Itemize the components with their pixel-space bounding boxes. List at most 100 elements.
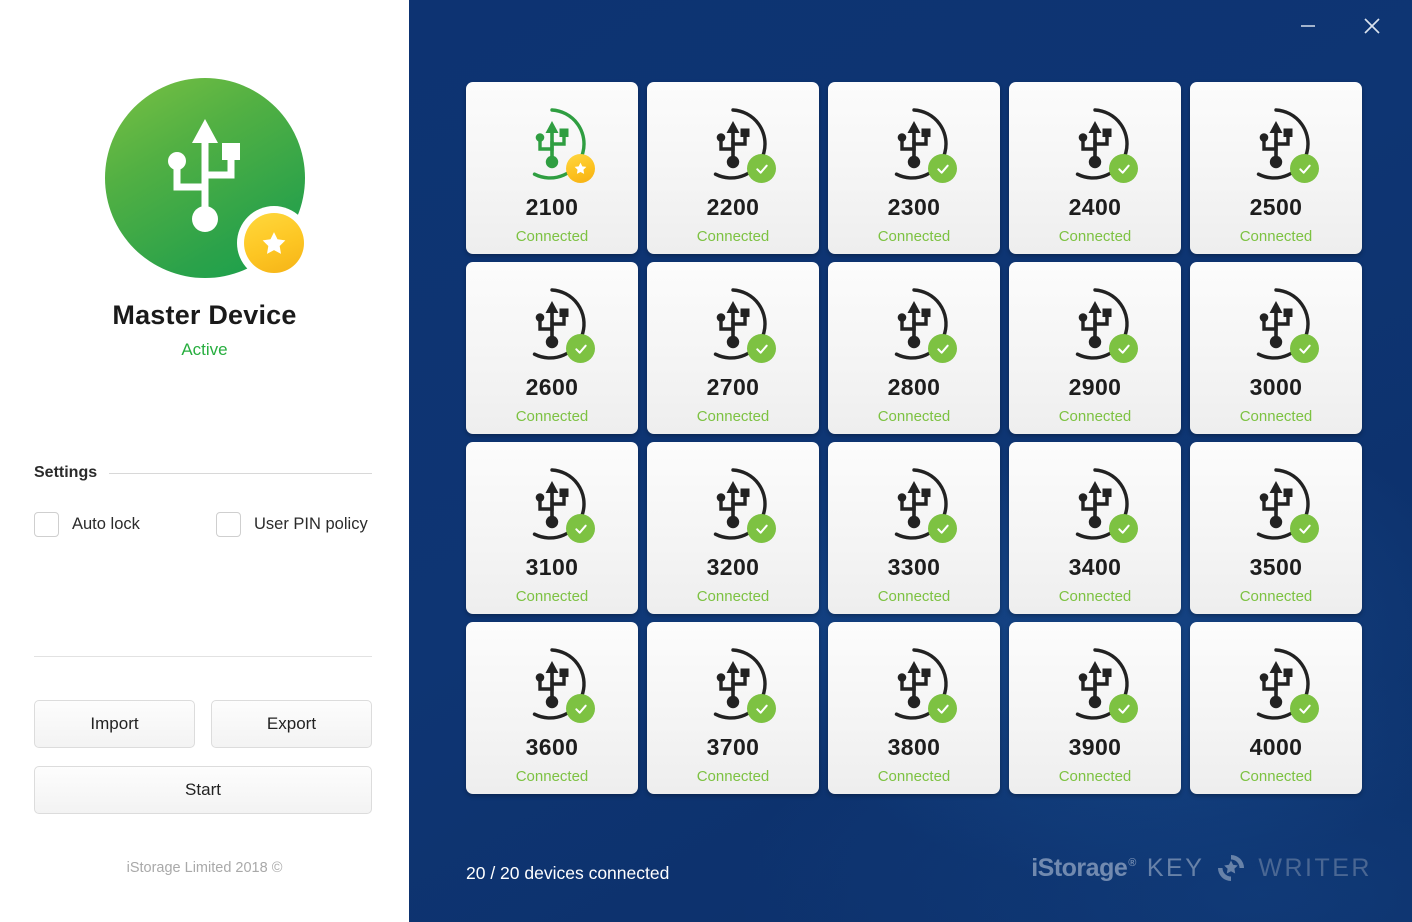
usb-device-icon — [694, 465, 772, 543]
usb-device-icon — [694, 645, 772, 723]
settings-header: Settings — [34, 464, 372, 482]
device-status: Connected — [878, 588, 951, 605]
device-card[interactable]: 2100Connected — [466, 82, 638, 254]
star-icon — [573, 161, 588, 176]
devices-connected-status: 20 / 20 devices connected — [466, 863, 669, 884]
device-card[interactable]: 2400 Connected — [1009, 82, 1181, 254]
usb-device-icon — [1237, 285, 1315, 363]
check-icon — [935, 701, 951, 717]
check-icon — [1116, 701, 1132, 717]
device-status: Connected — [1059, 228, 1132, 245]
minimize-button[interactable] — [1286, 6, 1330, 46]
settings-label: Settings — [34, 464, 97, 482]
check-icon — [754, 701, 770, 717]
brand-logo: iStorage® KEY WRITER — [1031, 852, 1372, 884]
export-button[interactable]: Export — [211, 700, 372, 748]
device-status: Connected — [1240, 228, 1313, 245]
copyright-text: iStorage Limited 2018 © — [0, 860, 409, 876]
connected-check-badge-icon — [566, 514, 595, 543]
device-card[interactable]: 3300 Connected — [828, 442, 1000, 614]
device-status: Connected — [516, 408, 589, 425]
device-id: 4000 — [1250, 734, 1303, 761]
device-status: Connected — [516, 588, 589, 605]
brand-registered: ® — [1128, 857, 1136, 869]
device-card[interactable]: 2800Connected — [828, 262, 1000, 434]
device-card[interactable]: 3900Connected — [1009, 622, 1181, 794]
usb-device-icon — [1237, 105, 1315, 183]
minimize-icon — [1298, 16, 1318, 36]
device-grid: 2100Connected2200Connected2300Connected2… — [466, 82, 1371, 794]
brand-company: iStorage® — [1031, 854, 1136, 883]
check-icon — [935, 341, 951, 357]
check-icon — [935, 521, 951, 537]
device-card[interactable]: 2500Connected — [1190, 82, 1362, 254]
checkbox-auto-lock[interactable]: Auto lock — [34, 512, 216, 537]
connected-check-badge-icon — [928, 694, 957, 723]
usb-device-icon — [875, 105, 953, 183]
check-icon — [1116, 161, 1132, 177]
devices-panel: 2100Connected2200Connected2300Connected2… — [409, 0, 1412, 922]
device-card[interactable]: 3100Connected — [466, 442, 638, 614]
master-star-badge — [237, 206, 311, 280]
device-status: Connected — [697, 768, 770, 785]
device-id: 3200 — [707, 554, 760, 581]
star-badge-icon — [244, 213, 304, 273]
device-id: 3900 — [1069, 734, 1122, 761]
device-card[interactable]: 3500Connected — [1190, 442, 1362, 614]
connected-check-badge-icon — [566, 694, 595, 723]
import-button[interactable]: Import — [34, 700, 195, 748]
check-icon — [1297, 341, 1313, 357]
usb-device-icon — [875, 465, 953, 543]
device-card[interactable]: 2200Connected — [647, 82, 819, 254]
master-device-avatar — [105, 78, 305, 278]
device-card[interactable]: 3600Connected — [466, 622, 638, 794]
checkbox-user-pin-policy[interactable]: User PIN policy — [216, 512, 368, 537]
device-id: 2900 — [1069, 374, 1122, 401]
close-button[interactable] — [1350, 6, 1394, 46]
device-card[interactable]: 2300Connected — [828, 82, 1000, 254]
check-icon — [573, 341, 589, 357]
device-status: Connected — [878, 228, 951, 245]
usb-device-icon — [1056, 105, 1134, 183]
device-card[interactable]: 2600Connected — [466, 262, 638, 434]
usb-device-icon — [513, 105, 591, 183]
master-device-title: Master Device — [0, 300, 409, 331]
device-id: 3300 — [888, 554, 941, 581]
import-export-row: Import Export — [34, 700, 372, 748]
device-card[interactable]: 2700Connected — [647, 262, 819, 434]
device-status: Connected — [1059, 588, 1132, 605]
usb-device-icon — [513, 645, 591, 723]
settings-section: Settings Auto lock User PIN policy — [34, 464, 372, 537]
usb-device-icon — [1237, 465, 1315, 543]
device-id: 2400 — [1069, 194, 1122, 221]
device-card[interactable]: 3400Connected — [1009, 442, 1181, 614]
connected-check-badge-icon — [1290, 154, 1319, 183]
device-card[interactable]: 3000Connected — [1190, 262, 1362, 434]
device-status: Connected — [1240, 408, 1313, 425]
start-button[interactable]: Start — [34, 766, 372, 814]
device-card[interactable]: 4000Connected — [1190, 622, 1362, 794]
device-id: 2700 — [707, 374, 760, 401]
device-card[interactable]: 3200Connected — [647, 442, 819, 614]
check-icon — [754, 161, 770, 177]
device-card[interactable]: 2900 Connected — [1009, 262, 1181, 434]
sidebar-panel: Master Device Active Settings Auto lock … — [0, 0, 409, 922]
usb-device-icon — [875, 285, 953, 363]
device-status: Connected — [878, 768, 951, 785]
connected-check-badge-icon — [1290, 514, 1319, 543]
settings-options: Auto lock User PIN policy — [34, 512, 372, 537]
device-card[interactable]: 3800Connected — [828, 622, 1000, 794]
user-pin-policy-checkbox[interactable] — [216, 512, 241, 537]
usb-device-icon — [513, 285, 591, 363]
device-status: Connected — [516, 768, 589, 785]
auto-lock-label: Auto lock — [72, 515, 140, 534]
usb-device-icon — [875, 645, 953, 723]
check-icon — [573, 521, 589, 537]
usb-device-icon — [1056, 645, 1134, 723]
device-card[interactable]: 3700Connected — [647, 622, 819, 794]
auto-lock-checkbox[interactable] — [34, 512, 59, 537]
connected-check-badge-icon — [928, 154, 957, 183]
device-status: Connected — [1059, 408, 1132, 425]
connected-check-badge-icon — [928, 514, 957, 543]
device-id: 2200 — [707, 194, 760, 221]
